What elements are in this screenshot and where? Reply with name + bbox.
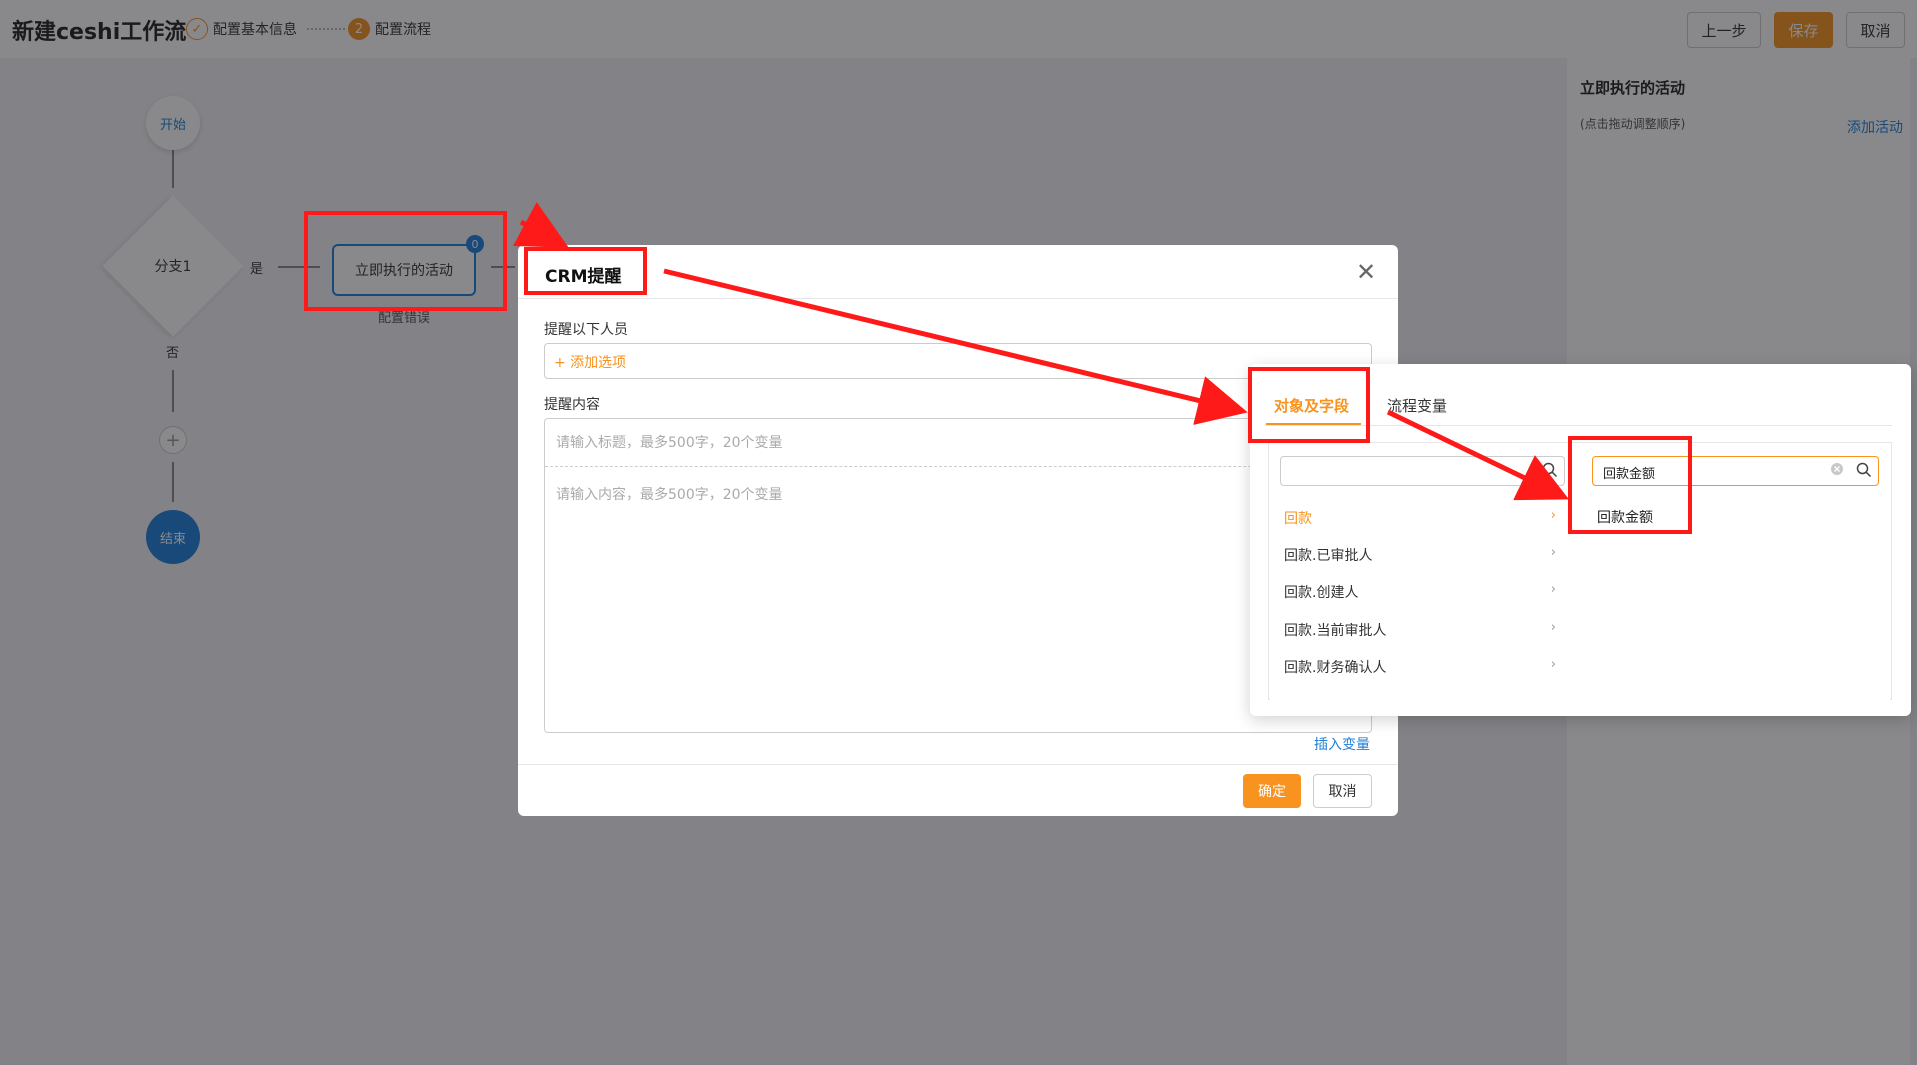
annotation-arrows (512, 202, 1570, 501)
